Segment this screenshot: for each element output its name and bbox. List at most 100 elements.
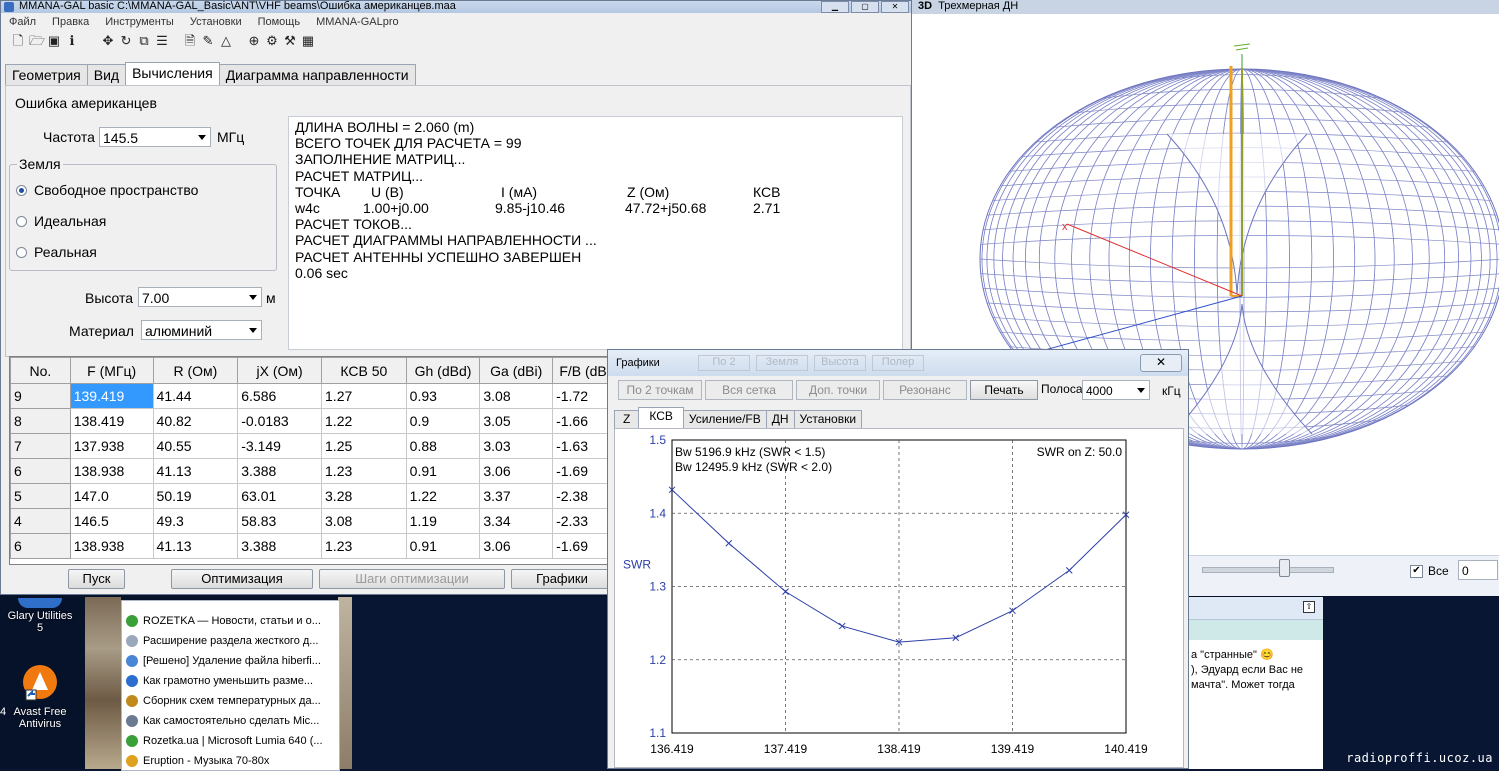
table-cell[interactable]: 1.27: [321, 383, 407, 409]
browser-tab-item[interactable]: Расширение раздела жесткого д...: [122, 631, 339, 651]
table-cell[interactable]: -3.149: [237, 433, 323, 459]
tools-icon[interactable]: ⚒: [283, 34, 297, 48]
row-header-cell[interactable]: 9: [10, 383, 71, 409]
table-cell[interactable]: -1.69: [552, 458, 614, 484]
open-folder-icon[interactable]: 🗁: [29, 34, 45, 48]
table-cell[interactable]: 63.01: [237, 483, 323, 509]
menu-help[interactable]: Помощь: [250, 13, 309, 31]
rotation-slider-thumb[interactable]: [1278, 559, 1290, 577]
desktop-icon-avast[interactable]: Avast Free Antivirus: [4, 660, 76, 730]
table-cell[interactable]: 3.06: [479, 458, 554, 484]
col-header-no[interactable]: No.: [10, 357, 71, 384]
optimize-button[interactable]: Оптимизация: [171, 569, 313, 589]
swr-chart[interactable]: 136.419 137.419 138.419 139.419 140.419 1.5 1.…: [615, 429, 1181, 765]
material-combo[interactable]: алюминий: [141, 320, 262, 340]
table-row[interactable]: 6 138.938 41.13 3.388 1.23 0.91 3.06 -1.69: [10, 458, 614, 484]
browser-tab-item[interactable]: Как самостоятельно сделать Mic...: [122, 711, 339, 731]
browser-tab-item[interactable]: ROZETKA — Новости, статьи и о...: [122, 611, 339, 631]
table-row[interactable]: 9 139.419 41.44 6.586 1.27 0.93 3.08 -1.72: [10, 383, 614, 409]
table-cell[interactable]: 6.586: [237, 383, 323, 409]
table-cell[interactable]: 49.3: [152, 508, 239, 534]
row-header-cell[interactable]: 8: [10, 408, 71, 434]
col-header-r[interactable]: R (Ом): [152, 357, 239, 384]
radio-perfect[interactable]: [16, 216, 27, 227]
table-cell[interactable]: 147.0: [69, 483, 154, 509]
tab-view[interactable]: Вид: [86, 64, 127, 85]
tab-gain-fb[interactable]: Усиление/FB: [682, 410, 767, 428]
start-button[interactable]: Пуск: [68, 569, 125, 589]
table-cell[interactable]: 3.08: [479, 383, 554, 409]
tab-swr[interactable]: КСВ: [638, 407, 684, 428]
table-cell[interactable]: 1.25: [321, 433, 407, 459]
table-cell[interactable]: -1.66: [552, 408, 614, 434]
table-cell[interactable]: 0.91: [405, 458, 481, 484]
table-cell[interactable]: 3.388: [237, 458, 323, 484]
graphs-button[interactable]: Графики: [511, 569, 613, 589]
all-checkbox[interactable]: ✔: [1410, 565, 1423, 578]
table-cell[interactable]: 3.28: [321, 483, 407, 509]
row-header-cell[interactable]: 6: [10, 458, 71, 484]
table-cell[interactable]: 138.938: [69, 533, 154, 559]
rotation-slider-track[interactable]: [1202, 567, 1334, 573]
document-icon[interactable]: 🗎: [183, 34, 197, 48]
table-row[interactable]: 7 137.938 40.55 -3.149 1.25 0.88 3.03 -1.63: [10, 433, 614, 459]
table-row[interactable]: 5 147.0 50.19 63.01 3.28 1.22 3.37 -2.38: [10, 483, 614, 509]
frequency-combo[interactable]: 145.5: [99, 127, 211, 147]
print-button[interactable]: Печать: [970, 380, 1038, 400]
table-cell[interactable]: 146.5: [69, 508, 154, 534]
table-cell[interactable]: -2.38: [552, 483, 614, 509]
tab-calculations[interactable]: Вычисления: [125, 62, 220, 86]
table-row[interactable]: 4 146.5 49.3 58.83 3.08 1.19 3.34 -2.33: [10, 508, 614, 534]
table-cell[interactable]: -1.72: [552, 383, 614, 409]
col-header-gh[interactable]: Gh (dBd): [405, 357, 481, 384]
optimization-steps-button[interactable]: Шаги оптимизации: [319, 569, 505, 589]
table-cell[interactable]: 0.93: [405, 383, 481, 409]
menu-tools[interactable]: Инструменты: [97, 13, 182, 31]
table-cell[interactable]: 3.34: [479, 508, 554, 534]
crosshair-icon[interactable]: ⊕: [247, 34, 261, 48]
table-cell[interactable]: 41.13: [152, 458, 239, 484]
elements-icon[interactable]: ☰: [155, 34, 169, 48]
table-cell[interactable]: 40.82: [152, 408, 239, 434]
menu-edit[interactable]: Правка: [44, 13, 97, 31]
table-cell[interactable]: 50.19: [152, 483, 239, 509]
close-button[interactable]: ✕: [881, 1, 909, 13]
browser-tab-item[interactable]: Сборник схем температурных да...: [122, 691, 339, 711]
table-cell[interactable]: 3.03: [479, 433, 554, 459]
table-cell[interactable]: 1.23: [321, 533, 407, 559]
browser-tab-item[interactable]: [Решено] Удаление файла hiberfi...: [122, 651, 339, 671]
table-cell[interactable]: -1.69: [552, 533, 614, 559]
tab-settings[interactable]: Установки: [793, 410, 863, 428]
table-cell[interactable]: 138.419: [69, 408, 154, 434]
table-cell[interactable]: 3.05: [479, 408, 554, 434]
table-cell[interactable]: 139.419: [69, 383, 154, 409]
table-cell[interactable]: 1.22: [321, 408, 407, 434]
tab-geometry[interactable]: Геометрия: [5, 64, 88, 85]
table-cell[interactable]: 0.88: [405, 433, 481, 459]
copy-icon[interactable]: ⧉: [137, 34, 151, 48]
row-header-cell[interactable]: 7: [10, 433, 71, 459]
table-cell[interactable]: 0.9: [405, 408, 481, 434]
table-cell[interactable]: 1.22: [405, 483, 481, 509]
row-header-cell[interactable]: 5: [10, 483, 71, 509]
table-cell[interactable]: 3.06: [479, 533, 554, 559]
browser-tab-item[interactable]: Rozetka.ua | Microsoft Lumia 640 (...: [122, 731, 339, 751]
radio-free-space[interactable]: [16, 185, 27, 196]
close-icon[interactable]: ✕: [1140, 354, 1182, 372]
calculator-icon[interactable]: ▦: [301, 34, 315, 48]
tab-z[interactable]: Z: [614, 410, 640, 428]
radio-real[interactable]: [16, 247, 27, 258]
col-header-ga[interactable]: Ga (dBi): [479, 357, 554, 384]
menu-settings[interactable]: Установки: [182, 13, 250, 31]
col-header-swr[interactable]: КСВ 50: [321, 357, 407, 384]
table-cell[interactable]: 41.13: [152, 533, 239, 559]
menu-pro[interactable]: MMANA-GALpro: [308, 13, 407, 31]
rotate-icon[interactable]: ↻: [119, 34, 133, 48]
height-combo[interactable]: 7.00: [138, 287, 262, 307]
table-row[interactable]: 8 138.419 40.82 -0.0183 1.22 0.9 3.05 -1.66: [10, 408, 614, 434]
table-cell[interactable]: 1.23: [321, 458, 407, 484]
col-header-jx[interactable]: jX (Ом): [237, 357, 323, 384]
col-header-fb[interactable]: F/B (dB: [552, 357, 614, 384]
table-cell[interactable]: -1.63: [552, 433, 614, 459]
table-cell[interactable]: 3.388: [237, 533, 323, 559]
